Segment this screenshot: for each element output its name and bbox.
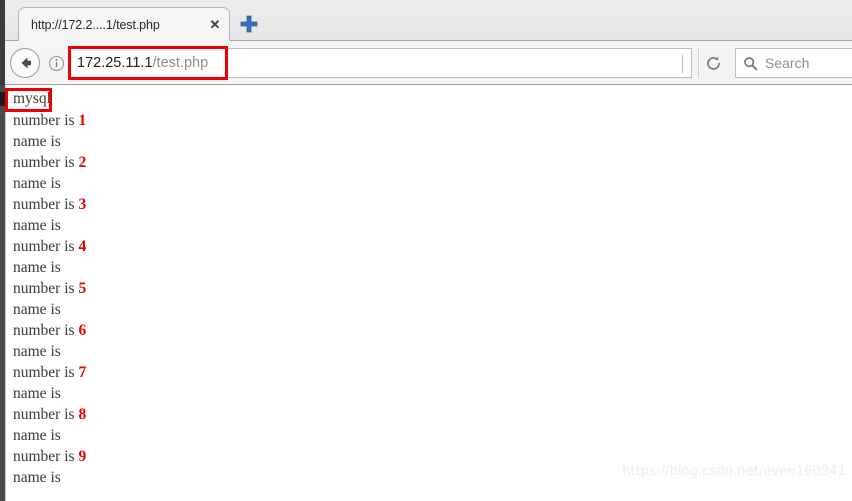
output-line-number: 8 [78,406,87,423]
output-line: number is 9 [13,446,86,467]
output-line: number is 5 [13,278,86,299]
output-line-label: name is [13,301,61,318]
window-left-edge-lower [0,86,5,501]
output-line-number: 2 [78,154,87,171]
output-line-label: number is [13,280,75,297]
search-input[interactable]: Search [765,55,809,71]
watermark: https://blog.csdn.net/even160941 [622,464,846,479]
output-line-label: number is [13,112,75,129]
url-path: /test.php [152,55,209,71]
back-arrow-icon [21,57,31,69]
output-line: name is [13,215,86,236]
output-line-label: name is [13,385,61,402]
back-button[interactable] [10,48,40,78]
output-line-number: 9 [78,448,87,465]
output-line-label: number is [13,364,75,381]
output-line-label: name is [13,259,61,276]
output-line-label: name is [13,343,61,360]
url-bar[interactable]: 172.25.11.1/test.php [68,48,692,78]
output-line-number: 4 [78,238,87,255]
output-line-label: number is [13,238,75,255]
output-line: number is 7 [13,362,86,383]
output-line-label: number is [13,406,75,423]
output-line: name is [13,383,86,404]
output-line-number: 5 [78,280,87,297]
output-line: name is [13,467,86,488]
reload-button[interactable] [698,48,728,78]
output-line-label: name is [13,133,61,150]
output-line: number is 3 [13,194,86,215]
output-line-label: number is [13,196,75,213]
plus-icon [240,15,258,33]
output-line-label: number is [13,154,75,171]
output-line: name is [13,341,86,362]
output-line-list: number is 1 name is number is 2 name is numb… [13,110,86,488]
browser-tab[interactable]: http://172.2....1/test.php ✕ [18,7,230,41]
output-line-label: name is [13,469,61,486]
output-line: name is [13,257,86,278]
url-text: 172.25.11.1/test.php [77,55,208,71]
output-line: name is [13,299,86,320]
reload-icon [707,56,720,70]
output-line-label: name is [13,427,61,444]
scrollbar-thumb[interactable] [0,92,5,106]
search-bar[interactable]: Search [735,48,852,78]
output-line: number is 8 [13,404,86,425]
output-line: number is 6 [13,320,86,341]
new-tab-plus-icon[interactable] [238,13,260,35]
output-line: number is 2 [13,152,86,173]
page-content: mysql number is 1 name is number is 2 name … [5,86,852,501]
tab-title: http://172.2....1/test.php [31,17,160,32]
output-line-label: number is [13,448,75,465]
output-line: name is [13,173,86,194]
output-line-label: name is [13,217,61,234]
tab-strip: http://172.2....1/test.php ✕ [0,0,852,41]
output-line-number: 1 [78,112,87,129]
output-line: name is [13,131,86,152]
browser-window: http://172.2....1/test.php ✕ 172.25.11.1… [0,0,852,501]
output-line-number: 6 [78,322,87,339]
page-heading: mysql [13,90,51,107]
search-icon [744,56,758,70]
output-line-number: 3 [78,196,87,213]
close-icon[interactable]: ✕ [207,17,223,33]
output-line-label: number is [13,322,75,339]
php-output: mysql number is 1 name is number is 2 name … [13,88,86,488]
output-line: number is 1 [13,110,86,131]
output-line-label: name is [13,175,61,192]
info-icon [48,55,64,71]
output-line: number is 4 [13,236,86,257]
url-caret [682,55,683,73]
output-line-number: 7 [78,364,87,381]
site-identity-button[interactable] [44,50,68,76]
url-host: 172.25.11.1 [77,55,153,71]
output-line: name is [13,425,86,446]
content-left-rule [5,86,6,501]
